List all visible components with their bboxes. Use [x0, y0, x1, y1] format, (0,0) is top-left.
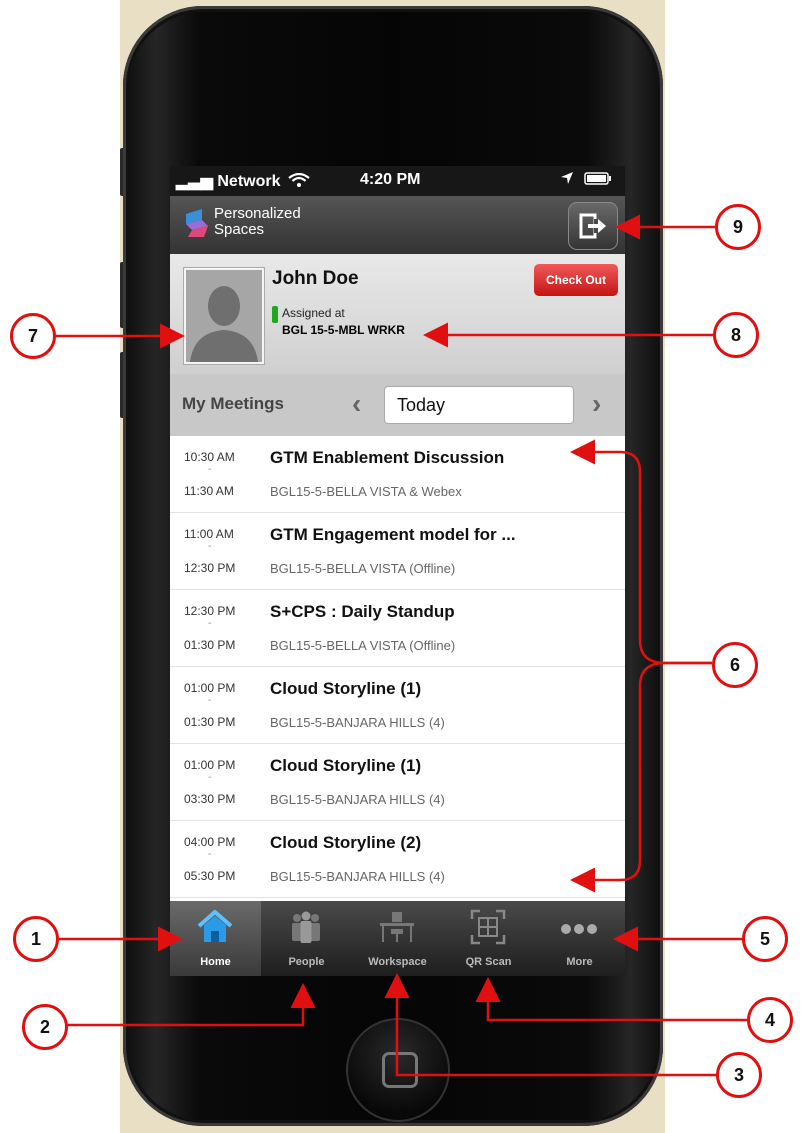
callout-2: 2	[22, 1004, 68, 1050]
callout-6: 6	[712, 642, 758, 688]
callout-7: 7	[10, 313, 56, 359]
callout-3: 3	[716, 1052, 762, 1098]
callout-9: 9	[715, 204, 761, 250]
callout-4: 4	[747, 997, 793, 1043]
callout-5: 5	[742, 916, 788, 962]
callout-8: 8	[713, 312, 759, 358]
callout-1: 1	[13, 916, 59, 962]
annotation-arrows	[56, 214, 747, 1077]
